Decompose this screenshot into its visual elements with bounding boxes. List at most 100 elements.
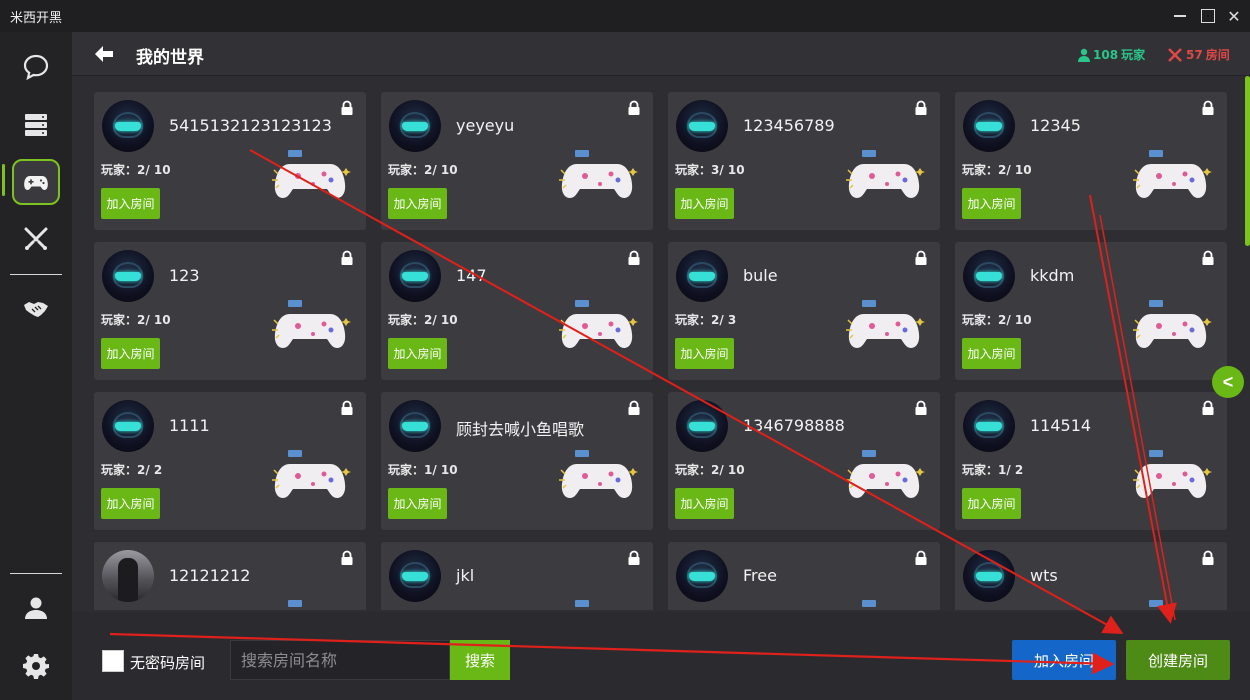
players-label: 玩家 — [1121, 48, 1146, 62]
room-name: Free — [743, 566, 777, 585]
sidebar-item-partners[interactable] — [12, 286, 60, 332]
join-room-card-button[interactable]: 加入房间 — [101, 188, 160, 219]
sidebar-item-chat[interactable] — [12, 44, 60, 90]
join-room-card-button[interactable]: 加入房间 — [962, 488, 1021, 519]
room-count-stat: 57 房间 — [1167, 46, 1230, 63]
gamepad-illustration-icon — [559, 450, 638, 498]
room-avatar — [389, 550, 441, 602]
page-header: 我的世界 108 玩家 57 房间 — [72, 32, 1250, 76]
maximize-icon[interactable] — [1196, 4, 1220, 28]
room-player-count: 玩家：3/ 10 — [675, 163, 745, 177]
gamepad-illustration-icon — [272, 450, 351, 498]
back-arrow-icon[interactable] — [92, 42, 116, 66]
active-indicator — [2, 164, 5, 196]
lock-icon — [915, 550, 927, 565]
room-name: 12345 — [1030, 116, 1081, 135]
join-room-card-button[interactable]: 加入房间 — [101, 338, 160, 369]
room-card[interactable]: 123456789 玩家：3/ 10 加入房间 — [668, 92, 940, 230]
room-name: bule — [743, 266, 778, 285]
gamepad-illustration-icon — [559, 300, 638, 348]
join-room-card-button[interactable]: 加入房间 — [675, 488, 734, 519]
room-card[interactable]: Free玩家：加入房间 — [668, 542, 940, 610]
room-grid: 5415132123123123 玩家：2/ 10 加入房间 yeyeyu 玩家：2/ … — [94, 92, 1232, 610]
join-room-card-button[interactable]: 加入房间 — [388, 188, 447, 219]
gamepad-illustration-icon — [272, 150, 351, 198]
search-button[interactable]: 搜索 — [450, 640, 510, 680]
room-avatar — [963, 550, 1015, 602]
room-card[interactable]: 123 玩家：2/ 10 加入房间 — [94, 242, 366, 380]
gamepad-icon — [24, 176, 48, 190]
close-icon[interactable]: ✕ — [1222, 4, 1246, 28]
room-card[interactable]: 1111 玩家：2/ 2 加入房间 — [94, 392, 366, 530]
join-room-card-button[interactable]: 加入房间 — [388, 338, 447, 369]
chat-bubble-icon — [23, 54, 49, 81]
sidebar-item-battle[interactable] — [12, 216, 60, 262]
players-count: 108 — [1093, 47, 1119, 62]
room-player-count: 玩家：1/ 10 — [388, 463, 458, 477]
lock-icon — [628, 550, 640, 565]
room-card[interactable]: yeyeyu 玩家：2/ 10 加入房间 — [381, 92, 653, 230]
join-room-card-button[interactable]: 加入房间 — [962, 188, 1021, 219]
no-password-label[interactable]: 无密码房间 — [130, 652, 205, 673]
gamepad-illustration-icon — [846, 450, 925, 498]
player-icon — [1078, 48, 1090, 62]
room-player-count: 玩家：2/ 2 — [101, 463, 163, 477]
main-panel: 我的世界 108 玩家 57 房间 5415132123123123 玩家：2/ … — [72, 32, 1250, 700]
lock-icon — [1202, 550, 1214, 565]
join-room-card-button[interactable]: 加入房间 — [675, 188, 734, 219]
room-card[interactable]: 147 玩家：2/ 10 加入房间 — [381, 242, 653, 380]
lock-icon — [628, 100, 640, 115]
room-avatar — [102, 250, 154, 302]
room-card[interactable]: wts玩家：加入房间 — [955, 542, 1227, 610]
room-player-count: 玩家：2/ 3 — [675, 313, 737, 327]
gamepad-illustration-icon — [846, 300, 925, 348]
lock-icon — [915, 400, 927, 415]
gamepad-illustration-icon — [846, 150, 925, 198]
gamepad-illustration-icon — [1133, 450, 1212, 498]
join-room-card-button[interactable]: 加入房间 — [101, 488, 160, 519]
room-search-input[interactable] — [230, 640, 450, 680]
room-card[interactable]: 114514 玩家：1/ 2 加入房间 — [955, 392, 1227, 530]
room-avatar — [102, 550, 154, 602]
no-password-checkbox[interactable] — [102, 650, 124, 672]
room-avatar — [963, 250, 1015, 302]
page-title: 我的世界 — [136, 48, 204, 68]
room-player-count: 玩家：1/ 2 — [962, 463, 1024, 477]
room-card[interactable]: 12121212玩家：加入房间 — [94, 542, 366, 610]
room-card[interactable]: jkl玩家：加入房间 — [381, 542, 653, 610]
rooms-count: 57 — [1186, 47, 1203, 62]
room-card[interactable]: bule 玩家：2/ 3 加入房间 — [668, 242, 940, 380]
rooms-label: 房间 — [1205, 48, 1230, 62]
room-player-count: 玩家：2/ 10 — [101, 163, 171, 177]
gamepad-illustration-icon — [862, 600, 876, 607]
sidebar-item-profile[interactable] — [12, 585, 60, 631]
user-icon — [25, 597, 47, 619]
room-card[interactable]: 1346798888 玩家：2/ 10 加入房间 — [668, 392, 940, 530]
join-room-button[interactable]: 加入房间 — [1012, 640, 1116, 680]
room-card[interactable]: 顾封去喊小鱼唱歌 玩家：1/ 10 加入房间 — [381, 392, 653, 530]
room-avatar — [389, 100, 441, 152]
sidebar-item-games[interactable] — [12, 159, 60, 205]
join-room-card-button[interactable]: 加入房间 — [675, 338, 734, 369]
sidebar-item-servers[interactable] — [12, 102, 60, 148]
join-room-card-button[interactable]: 加入房间 — [962, 338, 1021, 369]
room-avatar — [963, 400, 1015, 452]
room-card[interactable]: 12345 玩家：2/ 10 加入房间 — [955, 92, 1227, 230]
room-name: wts — [1030, 566, 1058, 585]
room-avatar — [963, 100, 1015, 152]
create-room-button[interactable]: 创建房间 — [1126, 640, 1230, 680]
gamepad-illustration-icon — [575, 600, 589, 607]
room-card[interactable]: 5415132123123123 玩家：2/ 10 加入房间 — [94, 92, 366, 230]
minimize-icon[interactable] — [1168, 4, 1192, 28]
room-avatar — [389, 400, 441, 452]
handshake-icon — [24, 302, 48, 317]
room-card[interactable]: kkdm 玩家：2/ 10 加入房间 — [955, 242, 1227, 380]
sidebar-item-settings[interactable] — [12, 643, 60, 689]
server-list-icon — [25, 114, 47, 136]
room-name: 123456789 — [743, 116, 835, 135]
collapse-panel-button[interactable]: < — [1212, 366, 1244, 398]
join-room-card-button[interactable]: 加入房间 — [388, 488, 447, 519]
scrollbar-thumb[interactable] — [1245, 76, 1250, 246]
lock-icon — [915, 250, 927, 265]
room-name: 12121212 — [169, 566, 251, 585]
